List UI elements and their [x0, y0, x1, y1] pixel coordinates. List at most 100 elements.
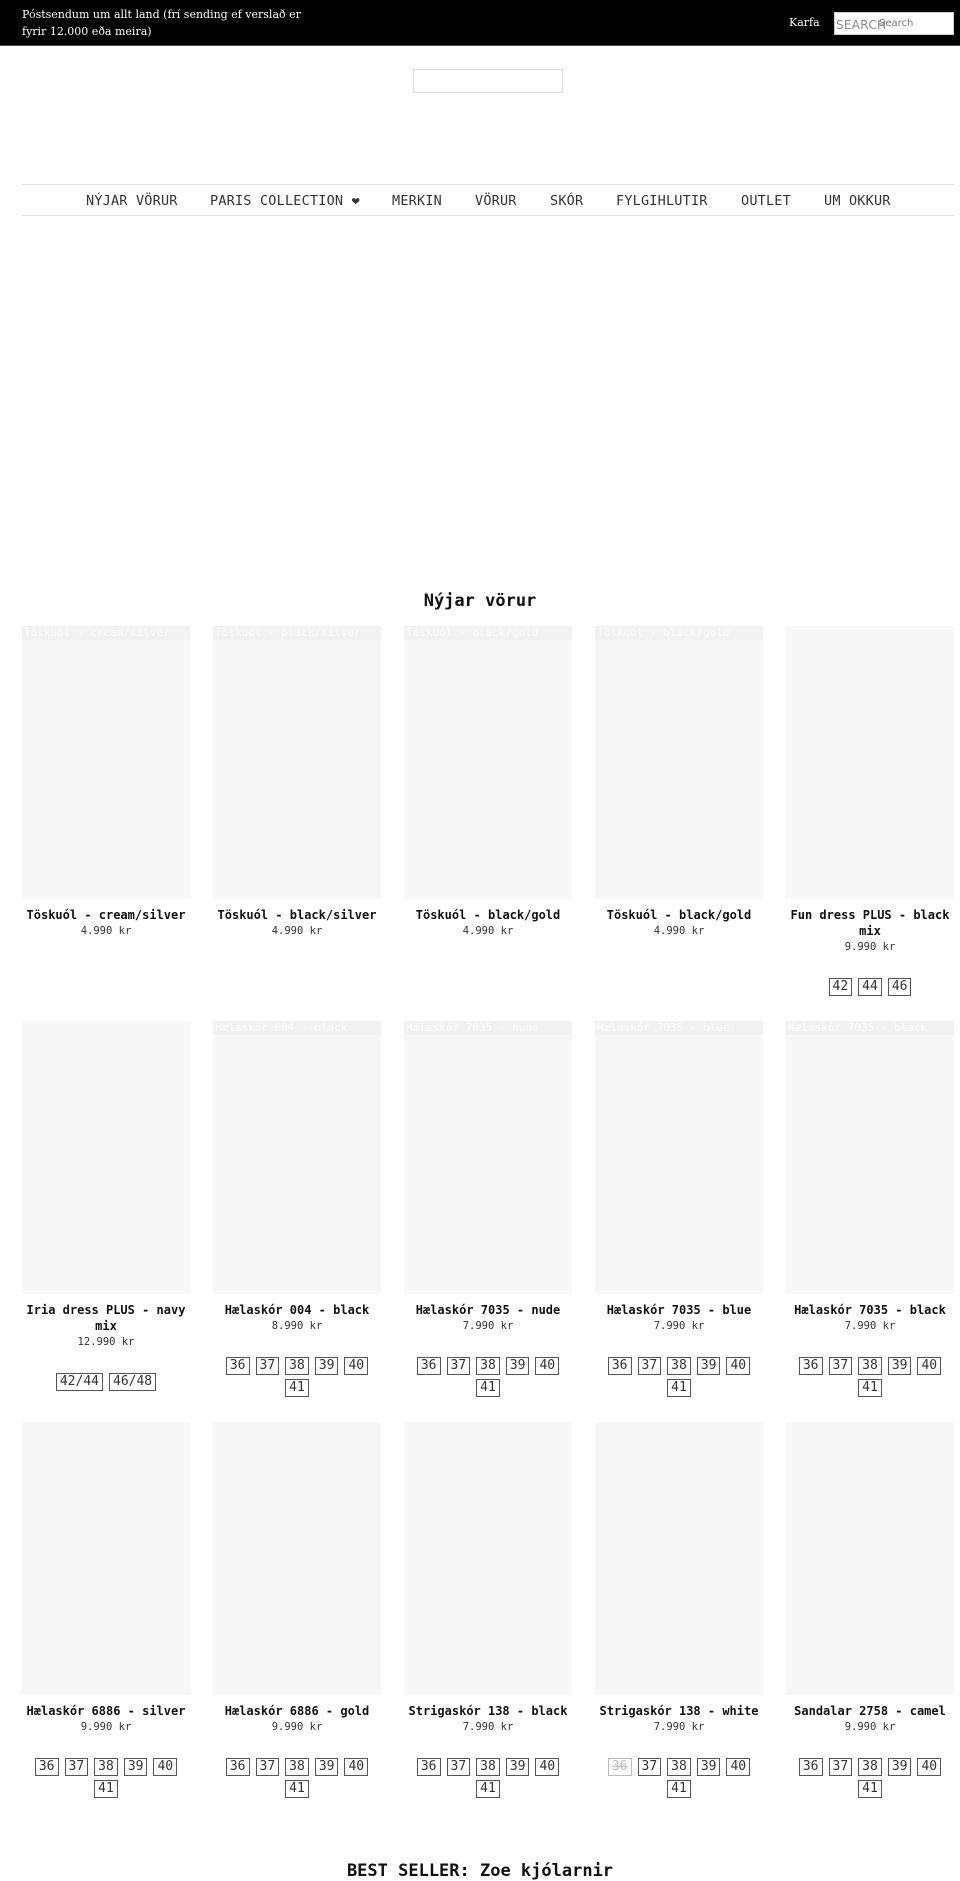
product-image[interactable]	[404, 1422, 572, 1695]
size-option[interactable]: 39	[887, 1357, 912, 1375]
size-option[interactable]: 41	[667, 1780, 691, 1798]
size-option[interactable]: 37	[64, 1758, 89, 1776]
product-title[interactable]: Strigaskór 138 - black	[398, 1703, 578, 1719]
product-title[interactable]: Töskuól - black/gold	[589, 907, 769, 923]
size-option[interactable]: 40	[535, 1357, 560, 1375]
product-image[interactable]: Hælaskór 7035 - black	[786, 1021, 954, 1294]
size-option[interactable]: 41	[667, 1379, 691, 1397]
product-title[interactable]: Töskuól - black/gold	[398, 907, 578, 923]
size-option[interactable]: 40	[726, 1758, 751, 1776]
size-option[interactable]: 38	[94, 1758, 118, 1776]
size-option[interactable]: 40	[153, 1758, 178, 1776]
product-image[interactable]: Hælaskór 7035 - nude	[404, 1021, 572, 1294]
size-option[interactable]: 36	[607, 1357, 632, 1375]
size-option[interactable]: 42/44	[55, 1373, 103, 1391]
size-option[interactable]: 36	[798, 1758, 823, 1776]
product-title[interactable]: Fun dress PLUS - black mix	[780, 907, 960, 939]
size-option[interactable]: 39	[314, 1357, 339, 1375]
size-option[interactable]: 40	[344, 1758, 369, 1776]
product-image[interactable]	[22, 1021, 190, 1294]
product-title[interactable]: Hælaskór 7035 - blue	[589, 1302, 769, 1318]
product-title[interactable]: Hælaskór 6886 - gold	[207, 1703, 387, 1719]
size-option[interactable]: 38	[667, 1758, 691, 1776]
nav-item-nyjar-vorur[interactable]: NÝJAR VÖRUR	[86, 193, 178, 209]
size-option[interactable]: 42	[828, 978, 853, 996]
product-image[interactable]: Töskuól - black/silver	[213, 626, 381, 899]
nav-item-um-okkur[interactable]: UM OKKUR	[824, 193, 891, 209]
product-image[interactable]: Töskuól - black/gold	[595, 626, 763, 899]
size-option[interactable]: 41	[285, 1379, 309, 1397]
size-option[interactable]: 46	[887, 978, 912, 996]
product-title[interactable]: Iria dress PLUS - navy mix	[16, 1302, 196, 1334]
size-option[interactable]: 40	[535, 1758, 560, 1776]
size-option[interactable]: 36	[225, 1758, 250, 1776]
size-option[interactable]: 39	[505, 1758, 530, 1776]
store-logo[interactable]	[413, 69, 563, 93]
product-title[interactable]: Hælaskór 6886 - silver	[16, 1703, 196, 1719]
product-image[interactable]: Töskuól - cream/silver	[22, 626, 190, 899]
product-title[interactable]: Töskuól - cream/silver	[16, 907, 196, 923]
size-option[interactable]: 38	[667, 1357, 691, 1375]
size-option[interactable]: 37	[255, 1357, 280, 1375]
search-input[interactable]	[879, 13, 953, 34]
product-title[interactable]: Töskuól - black/silver	[207, 907, 387, 923]
size-option[interactable]: 38	[858, 1758, 882, 1776]
nav-item-outlet[interactable]: OUTLET	[741, 193, 791, 209]
size-option[interactable]: 36	[225, 1357, 250, 1375]
size-option[interactable]: 37	[446, 1758, 471, 1776]
cart-link[interactable]: Karfa	[789, 16, 820, 29]
size-option[interactable]: 39	[696, 1758, 721, 1776]
nav-item-fylgihlutir[interactable]: FYLGIHLUTIR	[616, 193, 708, 209]
size-option[interactable]: 41	[285, 1780, 309, 1798]
size-option[interactable]: 39	[505, 1357, 530, 1375]
size-option[interactable]: 40	[917, 1758, 942, 1776]
product-image[interactable]	[786, 1422, 954, 1695]
product-title[interactable]: Hælaskór 7035 - nude	[398, 1302, 578, 1318]
product-title[interactable]: Strigaskór 138 - white	[589, 1703, 769, 1719]
size-option[interactable]: 46/48	[109, 1373, 157, 1391]
size-option[interactable]: 37	[255, 1758, 280, 1776]
size-option[interactable]: 41	[94, 1780, 118, 1798]
nav-item-vorur[interactable]: VÖRUR	[475, 193, 517, 209]
product-image[interactable]	[595, 1422, 763, 1695]
nav-item-skor[interactable]: SKÓR	[550, 193, 583, 209]
size-option[interactable]: 40	[726, 1357, 751, 1375]
product-image[interactable]	[22, 1422, 190, 1695]
nav-item-merkin[interactable]: MERKIN	[392, 193, 442, 209]
size-option[interactable]: 38	[476, 1758, 500, 1776]
nav-item-paris-collection[interactable]: PARIS COLLECTION ❤	[210, 193, 360, 209]
size-option[interactable]: 39	[696, 1357, 721, 1375]
product-image[interactable]: Töskuól - black/gold	[404, 626, 572, 899]
product-title[interactable]: Hælaskór 7035 - black	[780, 1302, 960, 1318]
size-option[interactable]: 38	[476, 1357, 500, 1375]
size-option[interactable]: 39	[314, 1758, 339, 1776]
size-option[interactable]: 41	[476, 1379, 500, 1397]
size-option[interactable]: 36	[798, 1357, 823, 1375]
size-option[interactable]: 40	[917, 1357, 942, 1375]
size-option[interactable]: 38	[285, 1357, 309, 1375]
product-title[interactable]: Hælaskór 004 - black	[207, 1302, 387, 1318]
product-image[interactable]	[786, 626, 954, 899]
size-option[interactable]: 38	[858, 1357, 882, 1375]
product-image[interactable]	[213, 1422, 381, 1695]
size-option[interactable]: 40	[344, 1357, 369, 1375]
search-box[interactable]: SEARCH	[834, 12, 954, 35]
size-option[interactable]: 37	[637, 1758, 662, 1776]
size-option[interactable]: 38	[285, 1758, 309, 1776]
size-option[interactable]: 36	[416, 1758, 441, 1776]
size-option[interactable]: 37	[828, 1357, 853, 1375]
size-option[interactable]: 39	[887, 1758, 912, 1776]
size-option[interactable]: 39	[123, 1758, 148, 1776]
size-option[interactable]: 41	[858, 1379, 882, 1397]
product-title[interactable]: Sandalar 2758 - camel	[780, 1703, 960, 1719]
size-option[interactable]: 44	[858, 978, 882, 996]
size-option[interactable]: 41	[858, 1780, 882, 1798]
size-option-sold-out[interactable]: 36	[607, 1758, 632, 1776]
size-option[interactable]: 36	[34, 1758, 59, 1776]
size-option[interactable]: 36	[416, 1357, 441, 1375]
size-option[interactable]: 37	[637, 1357, 662, 1375]
size-option[interactable]: 37	[446, 1357, 471, 1375]
product-image[interactable]: Hælaskór 7035 - blue	[595, 1021, 763, 1294]
size-option[interactable]: 37	[828, 1758, 853, 1776]
product-image[interactable]: Hælaskór 004 - black	[213, 1021, 381, 1294]
